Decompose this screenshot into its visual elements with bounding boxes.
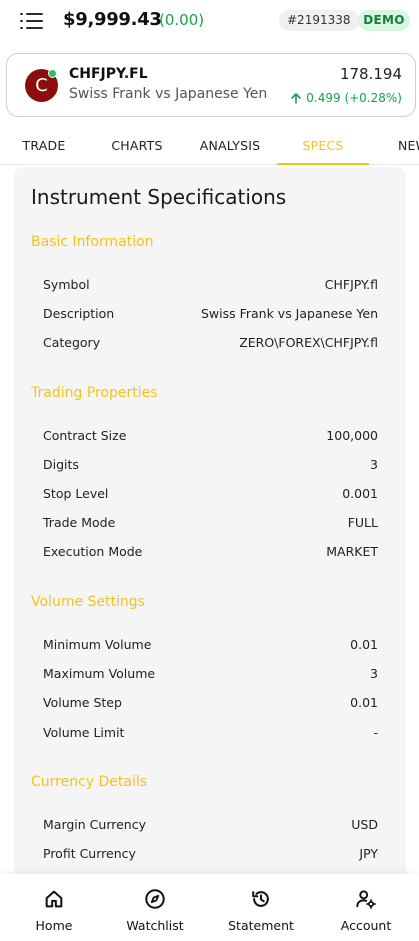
spec-value: Swiss Frank vs Japanese Yen [200, 306, 378, 321]
spec-value: 3 [370, 666, 378, 681]
spec-key: Digits [43, 457, 79, 472]
tab-news[interactable]: NEW [384, 127, 419, 165]
top-bar: $9,999.43 (0.00) #2191338 DEMO [0, 0, 419, 44]
spec-row: Profit Currency JPY [43, 846, 378, 866]
spec-key: Profit Currency [43, 846, 136, 861]
nav-home[interactable]: Home [4, 874, 104, 941]
section-title-basic: Basic Information [31, 234, 154, 250]
bottom-nav: Home Watchlist Statement Account [0, 874, 419, 941]
tab-analysis[interactable]: ANALYSIS [184, 127, 276, 165]
account-balance: $9,999.43 [63, 9, 162, 30]
instrument-card[interactable]: C CHFJPY.FL Swiss Frank vs Japanese Yen … [6, 53, 416, 117]
instrument-symbol: CHFJPY.FL [69, 66, 148, 82]
spec-key: Minimum Volume [43, 637, 152, 652]
spec-value: JPY [359, 846, 378, 861]
spec-row: Volume Limit - [43, 725, 378, 745]
spec-row: Digits 3 [43, 457, 378, 477]
nav-account-label: Account [340, 918, 392, 933]
instrument-change: 0.499 (+0.28%) [290, 91, 402, 105]
spec-key: Volume Step [43, 695, 122, 710]
spec-key: Execution Mode [43, 544, 143, 559]
spec-value: 100,000 [326, 428, 378, 443]
spec-value: CHFJPY.fl [324, 277, 378, 292]
user-settings-icon [356, 890, 376, 909]
home-icon [45, 890, 63, 908]
spec-row: Volume Step 0.01 [43, 695, 378, 715]
section-title-trading: Trading Properties [31, 385, 158, 401]
nav-watchlist-label: Watchlist [126, 918, 184, 933]
spec-row: Execution Mode MARKET [43, 544, 378, 564]
tab-charts[interactable]: CHARTS [92, 127, 182, 165]
nav-account[interactable]: Account [316, 874, 416, 941]
spec-row: Trade Mode FULL [43, 515, 378, 535]
arrow-up-icon [291, 93, 302, 104]
balance-change: (0.00) [159, 11, 205, 29]
spec-value: ZERO\FOREX\CHFJPY.fl [239, 335, 378, 350]
nav-home-label: Home [35, 918, 73, 933]
account-id-badge[interactable]: #2191338 [279, 10, 359, 31]
spec-key: Symbol [43, 277, 90, 292]
spec-value: 0.01 [350, 695, 378, 710]
spec-row: Category ZERO\FOREX\CHFJPY.fl [43, 335, 378, 355]
spec-key: Contract Size [43, 428, 127, 443]
spec-value: 0.001 [342, 486, 378, 501]
spec-value: MARKET [326, 544, 378, 559]
instrument-name: Swiss Frank vs Japanese Yen [69, 86, 268, 102]
spec-row: Symbol CHFJPY.fl [43, 277, 378, 297]
demo-badge: DEMO [358, 10, 410, 31]
spec-key: Description [43, 306, 115, 321]
history-icon [252, 891, 269, 907]
spec-value: FULL [347, 515, 378, 530]
section-title-volume: Volume Settings [31, 594, 145, 610]
spec-key: Maximum Volume [43, 666, 156, 681]
market-open-indicator [48, 69, 57, 78]
spec-row: Description Swiss Frank vs Japanese Yen [43, 306, 378, 326]
spec-value: - [373, 725, 378, 740]
nav-statement[interactable]: Statement [211, 874, 311, 941]
tab-trade[interactable]: TRADE [0, 127, 88, 165]
spec-value: 3 [370, 457, 378, 472]
spec-row: Maximum Volume 3 [43, 666, 378, 686]
spec-row: Contract Size 100,000 [43, 428, 378, 448]
nav-statement-label: Statement [228, 918, 294, 933]
spec-row: Stop Level 0.001 [43, 486, 378, 506]
instrument-change-value: 0.499 (+0.28%) [306, 91, 402, 105]
spec-key: Volume Limit [43, 725, 125, 740]
spec-value: 0.01 [350, 637, 378, 652]
tab-specs[interactable]: SPECS [277, 127, 369, 165]
section-title-currency: Currency Details [31, 774, 148, 790]
spec-key: Trade Mode [43, 515, 116, 530]
spec-key: Margin Currency [43, 817, 146, 832]
panel-title: Instrument Specifications [31, 185, 287, 209]
hamburger-menu-icon[interactable] [20, 12, 43, 29]
spec-row: Margin Currency USD [43, 817, 378, 837]
spec-value: USD [351, 817, 378, 832]
instrument-price: 178.194 [339, 65, 402, 83]
nav-watchlist[interactable]: Watchlist [105, 874, 205, 941]
specs-panel: Instrument Specifications Basic Informat… [14, 167, 406, 887]
instrument-tabs: TRADE CHARTS ANALYSIS SPECS NEW [0, 127, 419, 165]
spec-key: Stop Level [43, 486, 109, 501]
spec-row: Minimum Volume 0.01 [43, 637, 378, 657]
compass-icon [145, 889, 165, 909]
spec-key: Category [43, 335, 101, 350]
